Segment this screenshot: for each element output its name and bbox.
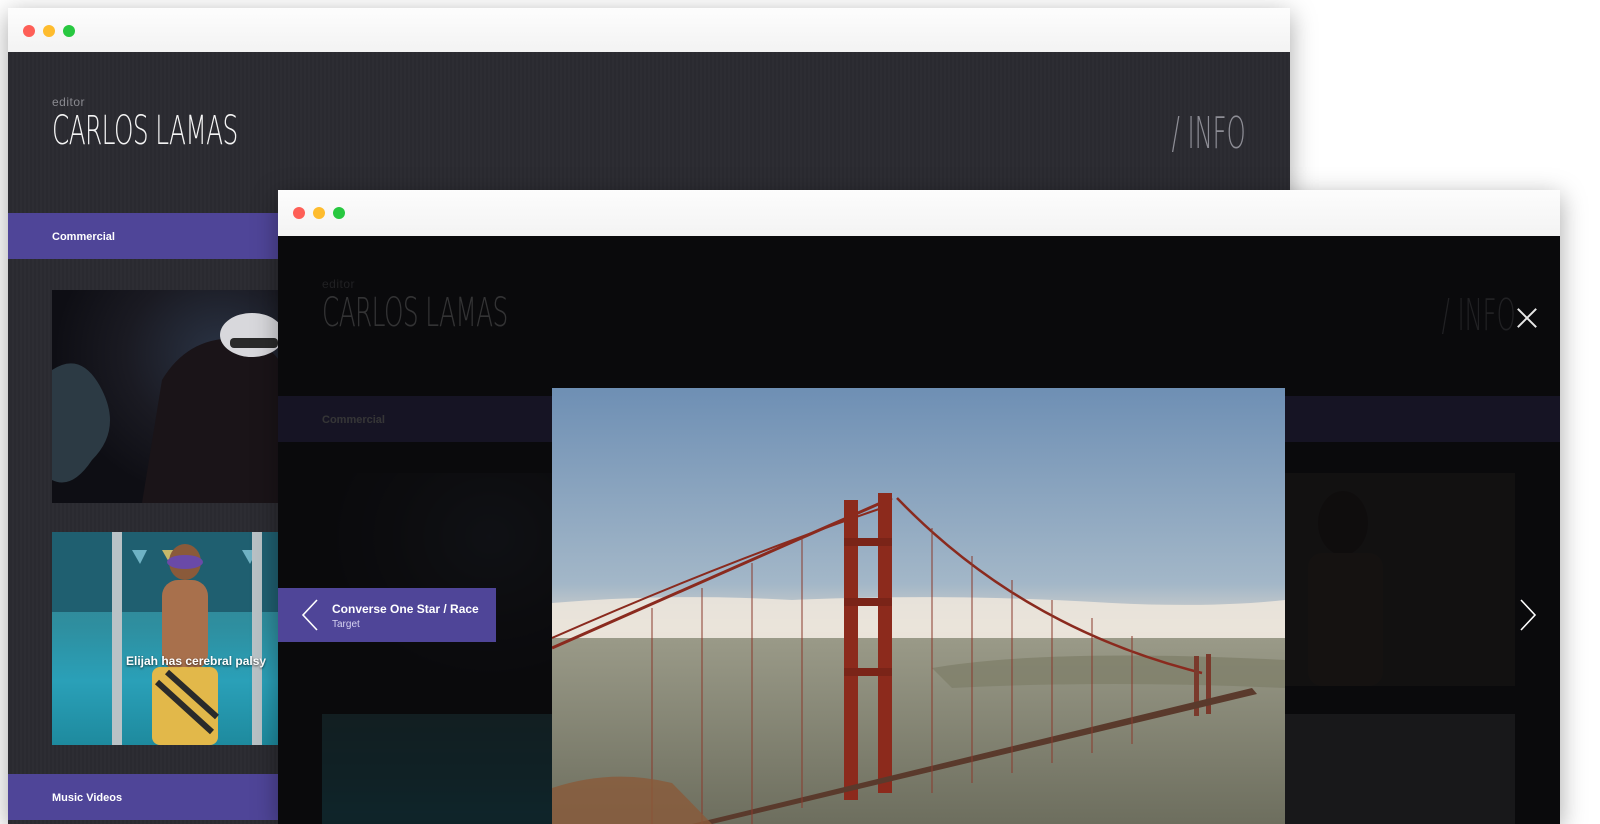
minimize-window-button[interactable] bbox=[313, 207, 325, 219]
zoom-window-button[interactable] bbox=[63, 25, 75, 37]
info-link[interactable]: / INFO bbox=[1172, 108, 1246, 159]
info-link: / INFO bbox=[1441, 290, 1516, 341]
category-label: Music Videos bbox=[52, 792, 123, 804]
browser-window-front: editor CARLOS LAMAS / INFO Commercial Co… bbox=[278, 190, 1560, 824]
zoom-window-button[interactable] bbox=[333, 207, 345, 219]
site-title: CARLOS LAMAS bbox=[322, 290, 508, 336]
window-titlebar bbox=[8, 8, 1290, 53]
close-icon[interactable] bbox=[1516, 307, 1538, 329]
video-thumbnail bbox=[1283, 473, 1515, 686]
role-label: editor bbox=[52, 95, 86, 109]
window-titlebar bbox=[278, 190, 1560, 237]
video-thumbnail bbox=[322, 473, 562, 686]
minimize-window-button[interactable] bbox=[43, 25, 55, 37]
category-label: Commercial bbox=[322, 414, 385, 426]
chevron-right-icon bbox=[1520, 599, 1537, 631]
thumbnail-image bbox=[1308, 491, 1383, 686]
category-label: Commercial bbox=[52, 231, 115, 243]
next-video-button[interactable] bbox=[1518, 599, 1538, 631]
chevron-left-icon bbox=[301, 599, 318, 631]
close-window-button[interactable] bbox=[23, 25, 35, 37]
site-title[interactable]: CARLOS LAMAS bbox=[52, 108, 238, 154]
thumbnail-image bbox=[52, 313, 292, 503]
video-thumbnail bbox=[322, 714, 562, 824]
video-thumbnail[interactable]: Elijah has cerebral palsy bbox=[52, 532, 292, 745]
video-player[interactable] bbox=[552, 388, 1285, 824]
previous-video-button[interactable] bbox=[300, 599, 320, 631]
role-label: editor bbox=[322, 277, 356, 291]
thumbnail-caption: Elijah has cerebral palsy bbox=[126, 654, 267, 668]
video-thumbnail[interactable] bbox=[52, 290, 292, 503]
video-still-image bbox=[552, 388, 1285, 824]
video-caption-panel: Converse One Star / Race Target bbox=[278, 588, 496, 642]
video-client: Target bbox=[332, 619, 360, 630]
lightbox-overlay: editor CARLOS LAMAS / INFO Commercial Co… bbox=[278, 236, 1560, 824]
video-thumbnail bbox=[1283, 714, 1515, 824]
thumbnail-image bbox=[52, 532, 292, 745]
close-window-button[interactable] bbox=[293, 207, 305, 219]
video-title: Converse One Star / Race bbox=[332, 602, 479, 616]
